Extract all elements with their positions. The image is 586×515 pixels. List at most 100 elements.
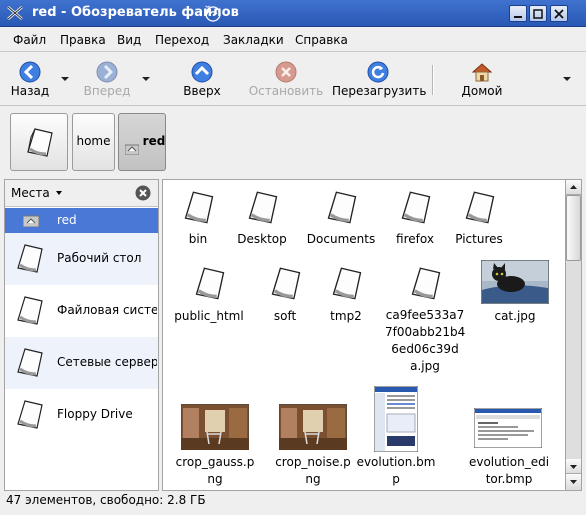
document-icon [17,244,43,273]
file-name: a.jpg [410,359,440,373]
reload-label: Перезагрузить [332,84,427,98]
document-icon [332,267,362,300]
screenshot-thumbnail [474,408,542,448]
status-text: 47 элементов, свободно: 2.8 ГБ [6,493,206,507]
close-window-button[interactable] [550,5,568,22]
chevron-down-icon[interactable] [56,191,62,195]
document-icon [248,191,278,224]
path-home-button[interactable]: home [72,113,115,171]
app-menu-icon[interactable] [6,5,24,21]
image-thumbnail [181,404,249,450]
up-arrow-icon [191,61,213,83]
file-item[interactable]: ca9fee533a7 7f00abb21b4 6ed06c39d a.jpg [385,264,465,376]
menu-help[interactable]: Справка [295,33,348,47]
file-item[interactable]: cat.jpg [475,260,555,328]
menu-file[interactable]: Файл [13,33,46,47]
file-name: p [392,472,400,486]
swirl-logo-icon [205,6,221,22]
scroll-down-button-2[interactable] [566,474,581,489]
file-item[interactable]: Desktop [222,188,302,252]
file-name: evolution_edi [468,455,550,469]
file-name: ng [305,472,321,486]
menu-bookmarks[interactable]: Закладки [223,33,284,47]
document-icon [327,191,357,224]
file-item[interactable]: Documents [296,188,386,252]
file-item[interactable]: tmp2 [306,264,386,328]
file-name: crop_gauss.p [175,455,255,469]
path-root-button[interactable] [10,113,68,171]
forward-history-dropdown-icon[interactable] [142,77,150,81]
reload-icon [367,61,389,83]
sidebar-item-red[interactable]: red [5,208,158,233]
chevron-up-icon [570,185,577,189]
back-button[interactable]: Назад [4,53,56,103]
home-folder-icon [23,215,39,227]
sidebar-item-floppy[interactable]: Floppy Drive [5,389,158,441]
path-current-button[interactable]: red [118,113,166,171]
up-button[interactable]: Вверх [178,53,226,103]
forward-button[interactable]: Вперед [80,53,134,103]
file-name: crop_noise.p [275,455,351,469]
file-name: Pictures [455,232,503,246]
file-name: tor.bmp [485,472,533,486]
file-name: evolution.bm [356,455,436,469]
scroll-up-button[interactable] [566,180,581,195]
file-item[interactable]: crop_gauss.p ng [175,388,255,488]
document-icon [27,128,53,157]
stop-label: Остановить [248,84,324,98]
document-icon [184,191,214,224]
menu-edit[interactable]: Правка [60,33,106,47]
document-icon [411,267,441,300]
path-home-label: home [76,134,111,148]
close-sidebar-icon[interactable] [135,185,151,201]
home-button[interactable]: Домой [458,53,506,103]
maximize-button[interactable] [529,5,547,22]
document-icon [195,267,225,300]
document-icon [17,400,43,429]
file-item[interactable]: public_html [169,264,249,328]
file-name: 6ed06c39d [391,342,459,356]
file-name: 7f00abb21b4 [385,325,466,339]
status-bar: 47 элементов, свободно: 2.8 ГБ [0,491,586,515]
maximize-icon [533,9,543,19]
sidebar-item-label: Floppy Drive [57,407,133,421]
toolbar-separator [432,65,434,95]
sidebar-item-desktop[interactable]: Рабочий стол [5,233,158,285]
file-name: ng [207,472,223,486]
path-current-label: red [142,134,166,148]
menu-go[interactable]: Переход [155,33,209,47]
back-history-dropdown-icon[interactable] [61,77,69,81]
minimize-button[interactable] [509,5,527,22]
home-label: Домой [461,84,503,98]
chevron-down-icon [570,465,577,469]
document-icon [17,348,43,377]
up-label: Вверх [183,84,221,98]
document-icon [271,267,301,300]
scroll-down-button[interactable] [566,459,581,474]
menu-view[interactable]: Вид [117,33,141,47]
file-item[interactable]: Pictures [439,188,519,252]
stop-button[interactable]: Остановить [248,53,324,103]
sidebar-item-network[interactable]: Сетевые серверы [5,337,158,389]
image-thumbnail [279,404,347,450]
sidebar-type-selector[interactable]: Места [11,186,50,200]
file-view-scrollbar[interactable] [565,179,582,491]
reload-button[interactable]: Перезагрузить [332,53,427,103]
screenshot-thumbnail [374,386,418,452]
file-item[interactable]: crop_noise.p ng [273,388,353,488]
sidebar-header: Места [5,180,158,207]
back-arrow-icon [19,61,41,83]
file-item[interactable]: evolution_edi tor.bmp [464,388,554,488]
file-name: tmp2 [330,309,362,323]
stop-icon [275,61,297,83]
file-item[interactable]: evolution.bm p [356,386,436,488]
sidebar-item-filesystem[interactable]: Файловая система [5,285,158,337]
document-icon [17,296,43,325]
forward-label: Вперед [83,84,131,98]
sidebar-item-label: Сетевые серверы [57,355,157,369]
toolbar-overflow-icon[interactable] [563,77,571,81]
file-view: bin Desktop Documents firefox Pictures p… [162,179,565,491]
file-name: Desktop [237,232,287,246]
cat-photo-thumbnail [481,260,549,304]
scroll-thumb[interactable] [566,195,581,261]
